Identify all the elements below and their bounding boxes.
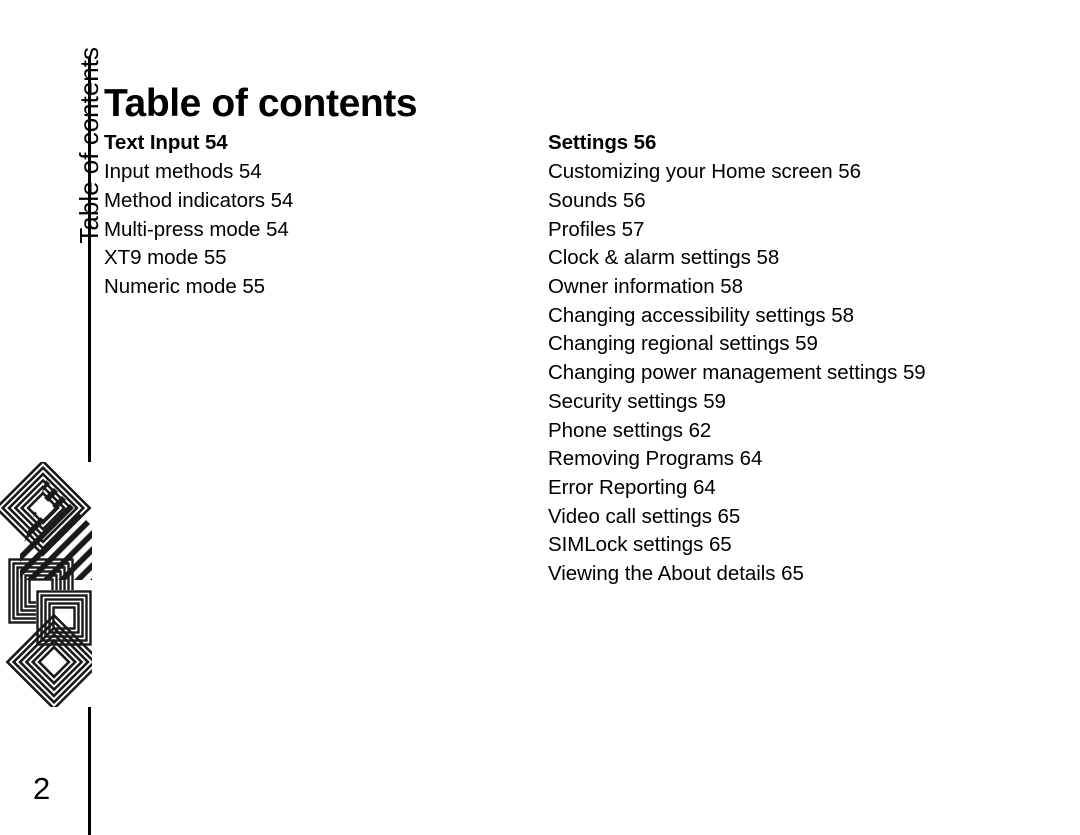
side-tab-label: Table of contents [74, 47, 104, 244]
toc-entry[interactable]: Input methods 54 [104, 158, 524, 187]
toc-entry[interactable]: Multi-press mode 54 [104, 216, 524, 245]
toc-section-heading: Text Input 54 [104, 131, 228, 154]
toc-section-heading: Settings 56 [548, 131, 657, 154]
toc-entry[interactable]: XT9 mode 55 [104, 244, 524, 273]
toc-entry[interactable]: SIMLock settings 65 [548, 531, 968, 560]
toc-entry[interactable]: Security settings 59 [548, 388, 968, 417]
toc-entry[interactable]: Customizing your Home screen 56 [548, 158, 968, 187]
toc-entry[interactable]: Error Reporting 64 [548, 474, 968, 503]
toc-entry[interactable]: Clock & alarm settings 58 [548, 244, 968, 273]
toc-column-right: Settings 56 Customizing your Home screen… [548, 129, 968, 589]
toc-entry[interactable]: Profiles 57 [548, 216, 968, 245]
toc-entry[interactable]: Viewing the About details 65 [548, 560, 968, 589]
toc-entry[interactable]: Phone settings 62 [548, 417, 968, 446]
toc-entry[interactable]: Changing accessibility settings 58 [548, 302, 968, 331]
toc-entry[interactable]: Numeric mode 55 [104, 273, 524, 302]
toc-column-left: Text Input 54 Input methods 54 Method ind… [104, 129, 524, 302]
toc-entry[interactable]: Changing regional settings 59 [548, 330, 968, 359]
decorative-diamond-motif [0, 462, 92, 707]
page-content: Table of contents Text Input 54 Input me… [104, 55, 1080, 835]
toc-list-left: Input methods 54 Method indicators 54 Mult… [104, 158, 524, 302]
toc-entry[interactable]: Owner information 58 [548, 273, 968, 302]
page-title: Table of contents [104, 82, 418, 126]
toc-entry[interactable]: Changing power management settings 59 [548, 359, 968, 388]
toc-list-right: Customizing your Home screen 56 Sounds 56… [548, 158, 968, 589]
toc-entry[interactable]: Sounds 56 [548, 187, 968, 216]
page-number: 2 [33, 771, 51, 806]
toc-entry[interactable]: Removing Programs 64 [548, 445, 968, 474]
toc-entry[interactable]: Video call settings 65 [548, 503, 968, 532]
toc-entry[interactable]: Method indicators 54 [104, 187, 524, 216]
